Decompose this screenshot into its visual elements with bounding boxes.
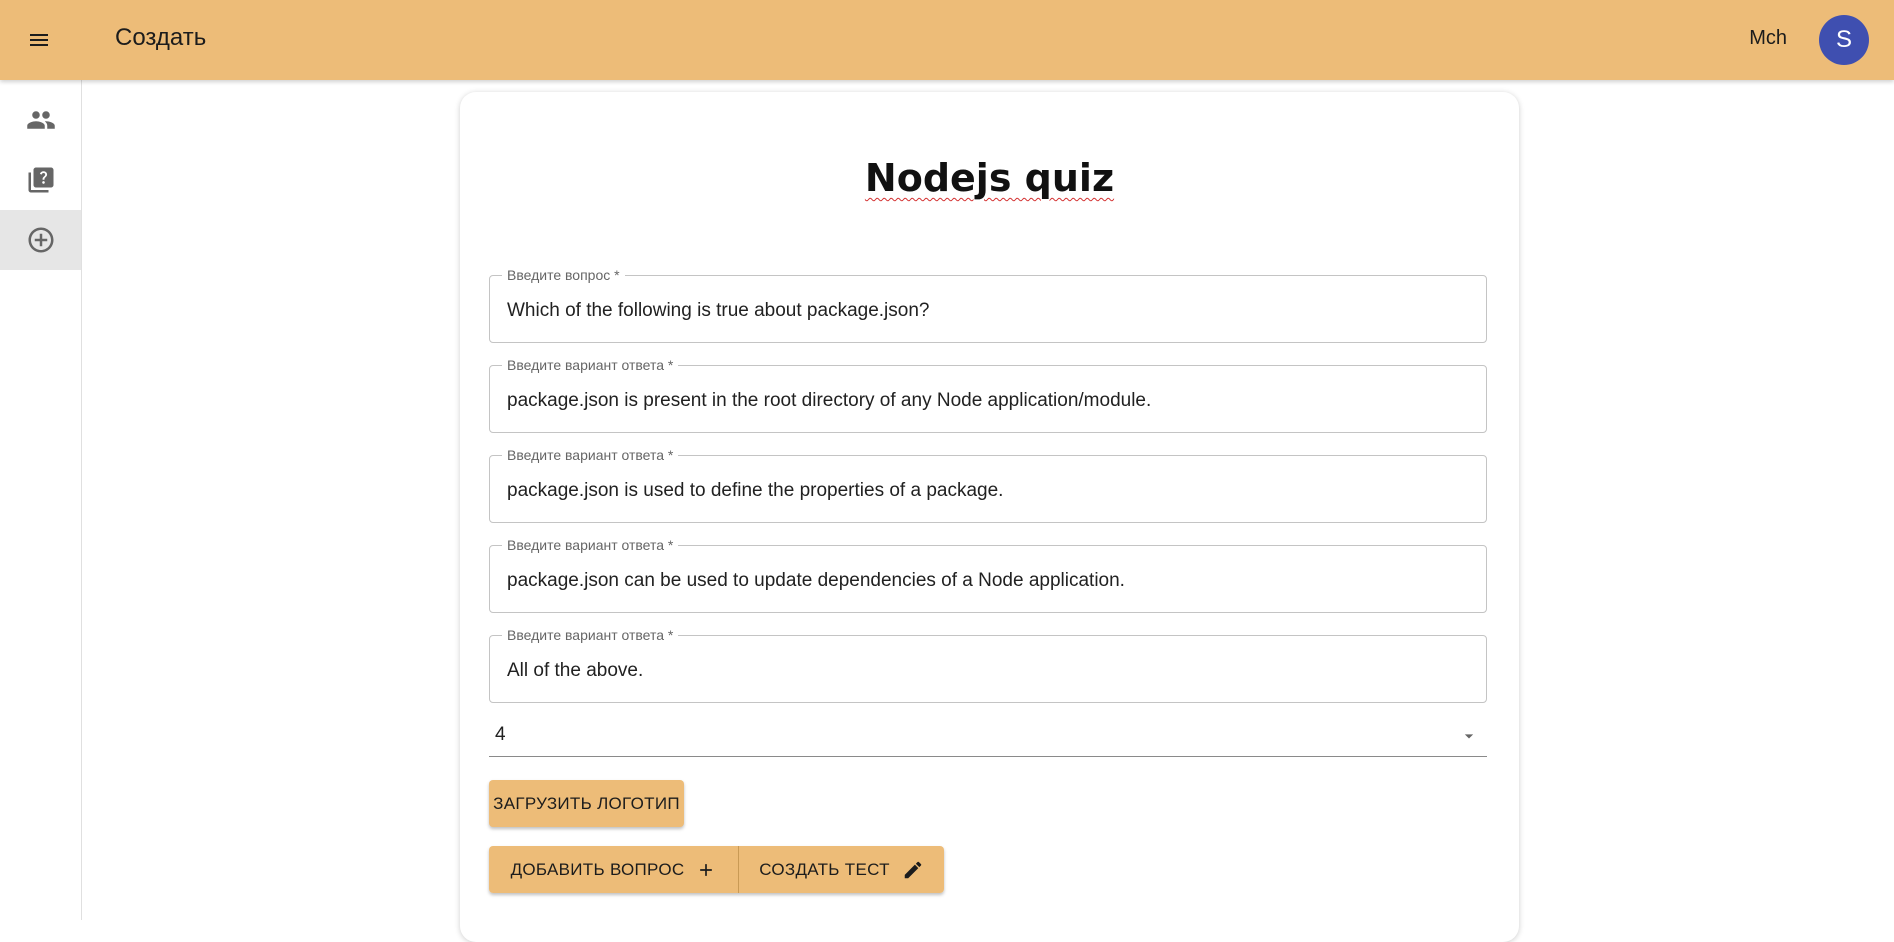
people-icon bbox=[26, 105, 56, 135]
create-test-button-label: СОЗДАТЬ ТЕСТ bbox=[759, 859, 890, 879]
add-circle-icon bbox=[26, 225, 56, 255]
quiz-library-icon bbox=[26, 165, 56, 195]
quiz-title[interactable]: Nodejs quiz bbox=[460, 156, 1519, 200]
correct-answer-select-value: 4 bbox=[495, 724, 506, 745]
menu-button[interactable] bbox=[19, 20, 59, 60]
answer-field-value: package.json is present in the root dire… bbox=[507, 390, 1152, 411]
add-question-button[interactable]: ДОБАВИТЬ ВОПРОС bbox=[489, 846, 739, 893]
correct-answer-select[interactable]: 4 bbox=[489, 718, 1487, 757]
action-button-group: ДОБАВИТЬ ВОПРОС СОЗДАТЬ ТЕСТ bbox=[489, 846, 944, 893]
answer-field-label: Введите вариант ответа * bbox=[502, 357, 679, 373]
answer-field-value: package.json can be used to update depen… bbox=[507, 570, 1125, 591]
answer-field-1[interactable]: Введите вариант ответа * package.json is… bbox=[489, 357, 1487, 433]
avatar[interactable]: S bbox=[1819, 15, 1869, 65]
answer-field-2[interactable]: Введите вариант ответа * package.json is… bbox=[489, 447, 1487, 523]
sidebar-item-create[interactable] bbox=[0, 210, 81, 270]
hamburger-menu-icon bbox=[27, 28, 51, 52]
answer-field-value: package.json is used to define the prope… bbox=[507, 480, 1004, 501]
page-title: Создать bbox=[115, 24, 207, 51]
create-test-button[interactable]: СОЗДАТЬ ТЕСТ bbox=[739, 846, 944, 893]
answer-field-label: Введите вариант ответа * bbox=[502, 447, 679, 463]
quiz-form-card: Nodejs quiz Введите вопрос * Which of th… bbox=[460, 92, 1519, 942]
dropdown-arrow-icon bbox=[1459, 726, 1479, 746]
question-field[interactable]: Введите вопрос * Which of the following … bbox=[489, 267, 1487, 343]
answer-field-3[interactable]: Введите вариант ответа * package.json ca… bbox=[489, 537, 1487, 613]
sidebar-item-quizzes[interactable] bbox=[0, 150, 81, 210]
question-field-value: Which of the following is true about pac… bbox=[507, 300, 930, 321]
pencil-icon bbox=[902, 859, 924, 881]
user-name: Mch bbox=[1749, 27, 1787, 49]
app-bar: Создать Mch S bbox=[0, 0, 1894, 80]
upload-logo-button[interactable]: ЗАГРУЗИТЬ ЛОГОТИП bbox=[489, 780, 684, 827]
answer-field-label: Введите вариант ответа * bbox=[502, 627, 679, 643]
answer-field-value: All of the above. bbox=[507, 660, 644, 681]
answer-field-4[interactable]: Введите вариант ответа * All of the abov… bbox=[489, 627, 1487, 703]
question-field-label: Введите вопрос * bbox=[502, 267, 625, 283]
plus-icon bbox=[696, 860, 716, 880]
add-question-button-label: ДОБАВИТЬ ВОПРОС bbox=[510, 859, 685, 879]
upload-logo-button-label: ЗАГРУЗИТЬ ЛОГОТИП bbox=[493, 793, 680, 813]
sidebar bbox=[0, 80, 82, 920]
sidebar-item-users[interactable] bbox=[0, 90, 81, 150]
answer-field-label: Введите вариант ответа * bbox=[502, 537, 679, 553]
